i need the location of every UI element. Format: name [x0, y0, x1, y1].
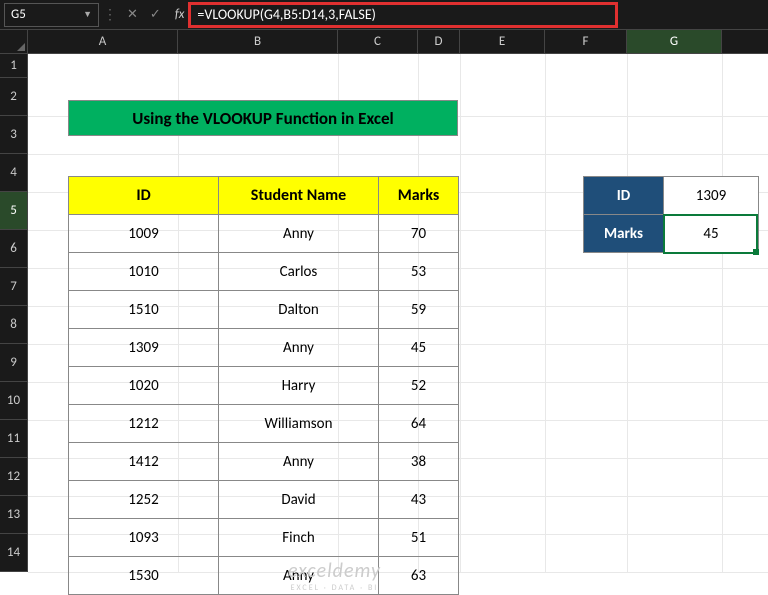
cell-name[interactable]: Anny — [219, 329, 379, 367]
cell-name[interactable]: Harry — [219, 367, 379, 405]
cell-marks[interactable]: 52 — [379, 367, 459, 405]
col-header-E[interactable]: E — [460, 30, 545, 53]
cell-marks[interactable]: 43 — [379, 481, 459, 519]
row-header-8[interactable]: 8 — [0, 306, 28, 344]
cell-name[interactable]: Carlos — [219, 253, 379, 291]
lookup-id-value[interactable]: 1309 — [664, 177, 759, 215]
cell-marks[interactable]: 59 — [379, 291, 459, 329]
col-header-D[interactable]: D — [418, 30, 460, 53]
row-header-12[interactable]: 12 — [0, 458, 28, 496]
row-header-7[interactable]: 7 — [0, 268, 28, 306]
chevron-down-icon[interactable]: ▼ — [83, 9, 92, 20]
cell-id[interactable]: 1020 — [69, 367, 219, 405]
fx-icon[interactable]: fx — [175, 7, 185, 22]
row-headers: 1234567891011121314 — [0, 54, 28, 572]
cell-name[interactable]: Dalton — [219, 291, 379, 329]
table-row: 1412Anny38 — [69, 443, 459, 481]
row-header-9[interactable]: 9 — [0, 344, 28, 382]
cell-id[interactable]: 1412 — [69, 443, 219, 481]
row-header-2[interactable]: 2 — [0, 78, 28, 116]
formula-input[interactable]: =VLOOKUP(G4,B5:D14,3,FALSE) — [188, 2, 618, 28]
table-row: 1309Anny45 — [69, 329, 459, 367]
cell-marks[interactable]: 64 — [379, 405, 459, 443]
col-header-F[interactable]: F — [545, 30, 627, 53]
title-text: Using the VLOOKUP Function in Excel — [132, 108, 393, 129]
col-header-G[interactable]: G — [627, 30, 722, 53]
cell-id[interactable]: 1212 — [69, 405, 219, 443]
cell-name[interactable]: David — [219, 481, 379, 519]
col-header-C[interactable]: C — [338, 30, 418, 53]
table-row: 1010Carlos53 — [69, 253, 459, 291]
cell-id[interactable]: 1309 — [69, 329, 219, 367]
header-id[interactable]: ID — [69, 177, 219, 215]
formula-text: =VLOOKUP(G4,B5:D14,3,FALSE) — [197, 6, 375, 23]
cell-id[interactable]: 1093 — [69, 519, 219, 557]
table-row: 1530Anny63 — [69, 557, 459, 595]
row-header-1[interactable]: 1 — [0, 54, 28, 78]
table-body: 1009Anny701010Carlos531510Dalton591309An… — [69, 215, 459, 595]
divider: ⋮ — [103, 6, 117, 23]
col-header-B[interactable]: B — [178, 30, 338, 53]
cell-marks[interactable]: 51 — [379, 519, 459, 557]
column-headers: ABCDEFG — [0, 30, 768, 54]
cancel-icon[interactable]: ✕ — [127, 7, 138, 22]
lookup-marks-row: Marks 45 — [584, 215, 759, 253]
col-header-A[interactable]: A — [28, 30, 178, 53]
cell-name[interactable]: Anny — [219, 215, 379, 253]
row-header-5[interactable]: 5 — [0, 192, 28, 230]
formula-bar: G5 ▼ ⋮ ✕ ✓ fx =VLOOKUP(G4,B5:D14,3,FALSE… — [0, 0, 768, 30]
cell-id[interactable]: 1510 — [69, 291, 219, 329]
cell-marks[interactable]: 38 — [379, 443, 459, 481]
table-row: 1009Anny70 — [69, 215, 459, 253]
table-row: 1093Finch51 — [69, 519, 459, 557]
header-marks[interactable]: Marks — [379, 177, 459, 215]
cell-id[interactable]: 1009 — [69, 215, 219, 253]
lookup-id-label[interactable]: ID — [584, 177, 664, 215]
cell-marks[interactable]: 70 — [379, 215, 459, 253]
spreadsheet-grid[interactable]: Using the VLOOKUP Function in Excel ID S… — [28, 54, 768, 572]
row-header-6[interactable]: 6 — [0, 230, 28, 268]
data-table: ID Student Name Marks 1009Anny701010Carl… — [68, 176, 459, 595]
cell-name[interactable]: Anny — [219, 443, 379, 481]
confirm-icon[interactable]: ✓ — [150, 7, 161, 22]
name-box-value: G5 — [11, 7, 26, 22]
page-title: Using the VLOOKUP Function in Excel — [68, 100, 458, 136]
cell-marks[interactable]: 45 — [379, 329, 459, 367]
cell-id[interactable]: 1252 — [69, 481, 219, 519]
lookup-marks-value[interactable]: 45 — [664, 215, 759, 253]
cell-id[interactable]: 1010 — [69, 253, 219, 291]
cell-id[interactable]: 1530 — [69, 557, 219, 595]
row-header-4[interactable]: 4 — [0, 154, 28, 192]
row-header-3[interactable]: 3 — [0, 116, 28, 154]
select-all-corner[interactable] — [0, 30, 28, 53]
row-header-14[interactable]: 14 — [0, 534, 28, 572]
name-box[interactable]: G5 ▼ — [4, 3, 99, 27]
row-header-13[interactable]: 13 — [0, 496, 28, 534]
cell-marks[interactable]: 53 — [379, 253, 459, 291]
cell-name[interactable]: Finch — [219, 519, 379, 557]
table-row: 1212Williamson64 — [69, 405, 459, 443]
lookup-marks-label[interactable]: Marks — [584, 215, 664, 253]
row-header-10[interactable]: 10 — [0, 382, 28, 420]
lookup-id-row: ID 1309 — [584, 177, 759, 215]
cell-name[interactable]: Williamson — [219, 405, 379, 443]
cell-name[interactable]: Anny — [219, 557, 379, 595]
row-header-11[interactable]: 11 — [0, 420, 28, 458]
table-row: 1020Harry52 — [69, 367, 459, 405]
table-row: 1510Dalton59 — [69, 291, 459, 329]
table-row: 1252David43 — [69, 481, 459, 519]
table-header-row: ID Student Name Marks — [69, 177, 459, 215]
lookup-table: ID 1309 Marks 45 — [583, 176, 759, 253]
header-name[interactable]: Student Name — [219, 177, 379, 215]
cell-marks[interactable]: 63 — [379, 557, 459, 595]
